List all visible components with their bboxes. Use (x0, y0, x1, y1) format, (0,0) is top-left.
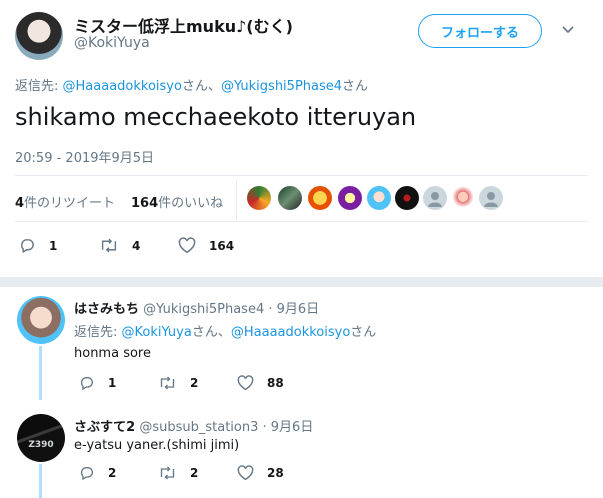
heart-icon (237, 465, 254, 481)
divider (15, 221, 588, 222)
reply-author-handle[interactable]: @Yukigshi5Phase4 (143, 302, 264, 317)
retweet-stat-label: 件のリツイート (24, 196, 116, 211)
stat-divider (236, 180, 237, 220)
thread-line (39, 346, 42, 400)
author-avatar[interactable] (15, 12, 63, 60)
section-divider (0, 277, 603, 287)
reply-suffix: さん (350, 325, 377, 340)
retweet-count: 4 (132, 238, 141, 253)
reply-header: さぶすて2 @subsub_station3 · 9月6日 (74, 416, 313, 435)
reply-to-mention-1[interactable]: @KokiYuya (122, 325, 192, 340)
reply-prefix: 返信先: (74, 325, 122, 340)
retweet-action[interactable]: 4 (99, 237, 140, 254)
liker-avatar[interactable] (247, 186, 271, 210)
thread-line (39, 464, 42, 498)
follow-button[interactable]: フォローする (418, 14, 542, 48)
like-action[interactable]: 164 (178, 237, 234, 254)
reply-author-handle[interactable]: @subsub_station3 (139, 420, 258, 435)
reply-prefix: 返信先: (15, 79, 63, 94)
reply-action[interactable]: 1 (79, 375, 116, 391)
liker-avatar[interactable] (395, 186, 419, 210)
retweet-count: 2 (190, 376, 199, 390)
reply-icon (79, 465, 95, 481)
heart-icon (178, 237, 196, 254)
reply-date[interactable]: · 9月6日 (268, 302, 319, 317)
reply-date[interactable]: · 9月6日 (263, 420, 314, 435)
liker-avatar-list (247, 186, 527, 212)
author-handle[interactable]: @KokiYuya (74, 35, 150, 51)
reply-header: はさみもち @Yukigshi5Phase4 · 9月6日 (74, 298, 319, 317)
like-stat[interactable]: 164件のいいね (131, 192, 223, 211)
reply-to-line: 返信先: @Haaaadokkoisyoさん、@Yukigshi5Phase4さ… (15, 75, 368, 94)
reply-count: 1 (49, 238, 58, 253)
heart-icon (237, 375, 254, 391)
liker-avatar[interactable] (278, 186, 302, 210)
retweet-icon (99, 237, 119, 254)
liker-avatar[interactable] (308, 186, 332, 210)
reply-icon (79, 375, 95, 391)
like-stat-label: 件のいいね (158, 196, 224, 211)
reply-author-name[interactable]: さぶすて2 (74, 420, 135, 435)
reply-to-line: 返信先: @KokiYuyaさん、@Haaaadokkoisyoさん (74, 321, 376, 340)
reply-text: honma sore (74, 346, 151, 361)
retweet-stat-count: 4 (15, 196, 25, 211)
reply-action[interactable]: 1 (19, 237, 57, 254)
reply-author-name[interactable]: はさみもち (74, 302, 139, 317)
tweet-text: shikamo mecchaeekoto itteruyan (15, 103, 417, 131)
like-stat-count: 164 (131, 196, 159, 211)
like-count: 88 (267, 376, 284, 390)
reply-text: e-yatsu yaner.(shimi jimi) (74, 438, 240, 453)
chevron-down-icon[interactable] (561, 25, 575, 35)
liker-avatar[interactable] (338, 186, 362, 210)
retweet-icon (158, 465, 177, 481)
reply-separator: さん、 (181, 79, 221, 94)
liker-avatar[interactable] (423, 186, 447, 210)
divider (15, 175, 588, 176)
reply-avatar-logo-text: Z390 (28, 440, 54, 450)
follow-button-label: フォローする (440, 25, 519, 41)
reply-avatar[interactable] (17, 296, 65, 344)
retweet-count: 2 (190, 466, 199, 480)
author-name[interactable]: ミスター低浮上muku♪(むく) (74, 13, 293, 37)
liker-avatar[interactable] (479, 186, 503, 210)
like-action[interactable]: 28 (237, 465, 284, 481)
reply-icon (19, 237, 36, 254)
reply-suffix: さん (342, 79, 369, 94)
retweet-action[interactable]: 2 (158, 375, 198, 391)
reply-count: 2 (108, 466, 117, 480)
like-count: 164 (209, 238, 235, 253)
reply-count: 1 (108, 376, 117, 390)
reply-to-mention-1[interactable]: @Haaaadokkoisyo (63, 79, 182, 94)
retweet-stat[interactable]: 4件のリツイート (15, 192, 115, 211)
reply-to-mention-2[interactable]: @Yukigshi5Phase4 (221, 79, 342, 94)
reply-avatar[interactable]: Z390 (17, 414, 65, 462)
reply-separator: さん、 (191, 325, 231, 340)
like-action[interactable]: 88 (237, 375, 284, 391)
liker-avatar[interactable] (451, 186, 475, 210)
retweet-action[interactable]: 2 (158, 465, 198, 481)
retweet-icon (158, 375, 177, 391)
like-count: 28 (267, 466, 284, 480)
tweet-timestamp[interactable]: 20:59 - 2019年9月5日 (15, 147, 154, 166)
reply-to-mention-2[interactable]: @Haaaadokkoisyo (231, 325, 350, 340)
reply-action[interactable]: 2 (79, 465, 116, 481)
liker-avatar[interactable] (367, 186, 391, 210)
